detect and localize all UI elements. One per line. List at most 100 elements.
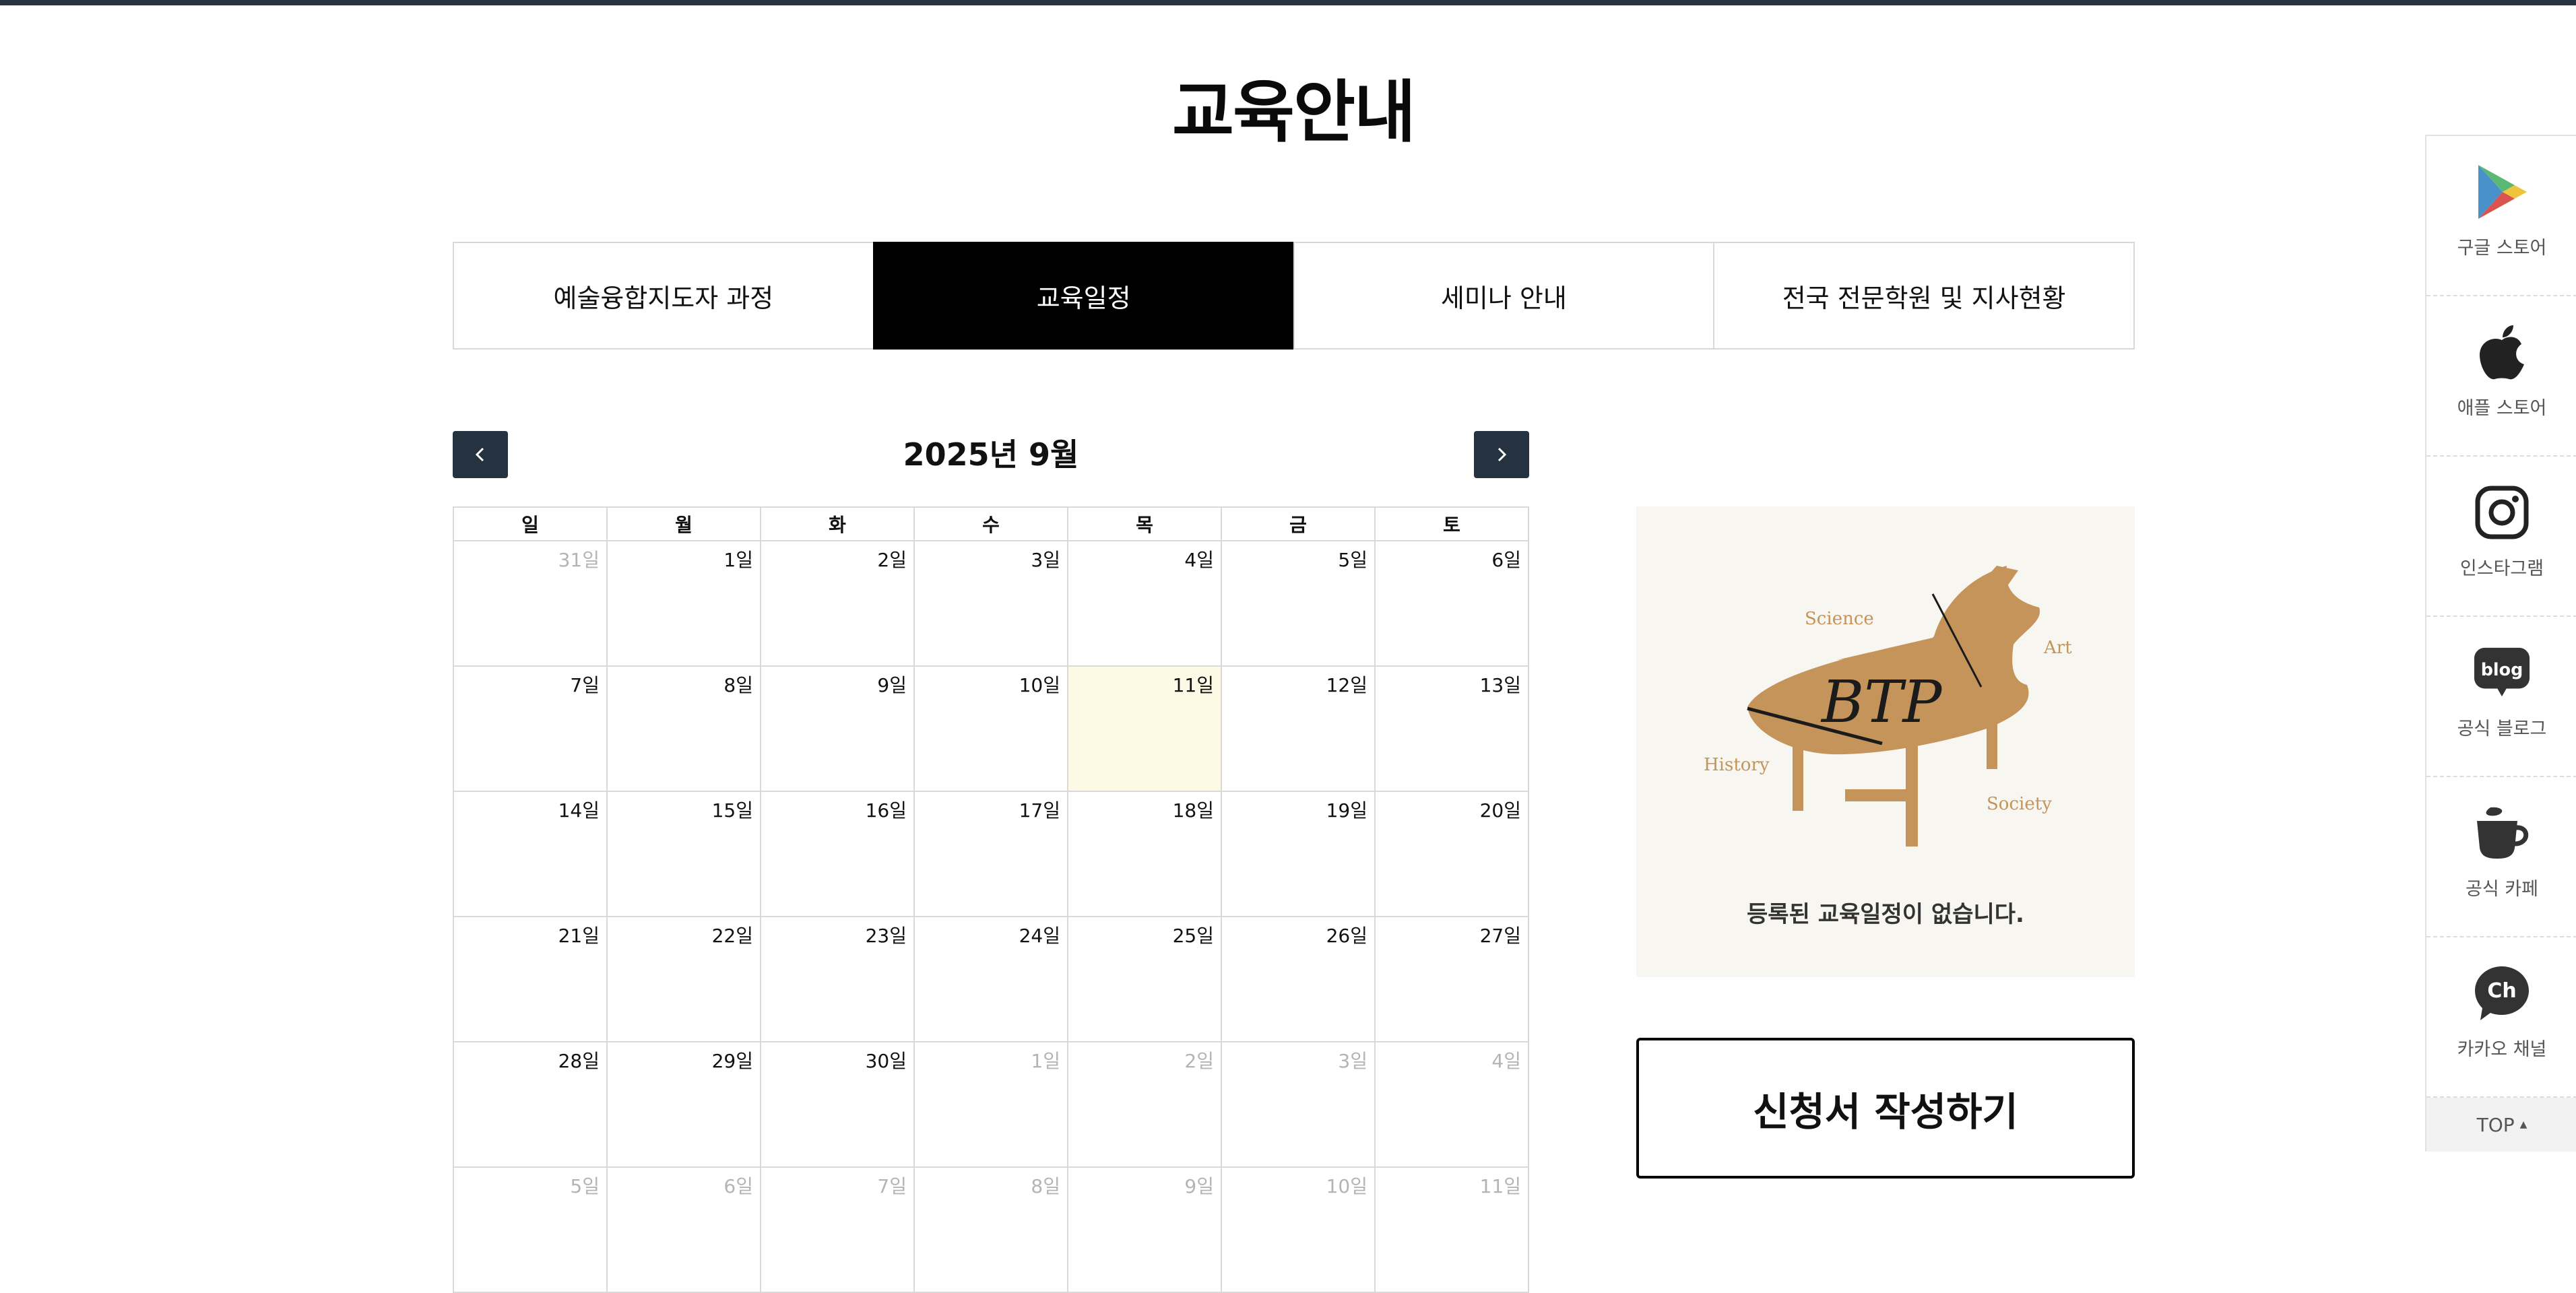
logo-word-science: Science xyxy=(1805,609,1874,629)
btp-piano-logo: Science Art History Society BTP xyxy=(1704,566,2072,847)
calendar-day[interactable]: 6일 xyxy=(1374,540,1529,667)
calendar-day[interactable]: 14일 xyxy=(453,791,608,917)
quick-label: 공식 카페 xyxy=(2466,879,2538,900)
apply-form-button[interactable]: 신청서 작성하기 xyxy=(1636,1038,2135,1179)
calendar-grid: 일월화수목금토 31일 1일 2일 3일 4일 5일 6일 7일 8일 9일 10일 11일 12일 13… xyxy=(453,506,1529,1293)
calendar-day[interactable]: 31일 xyxy=(453,540,608,667)
weekday-header: 화 xyxy=(760,506,915,541)
calendar-day[interactable]: 15일 xyxy=(606,791,761,917)
quick-cafe[interactable]: 공식 카페 xyxy=(2426,777,2576,937)
calendar-day[interactable]: 27일 xyxy=(1374,916,1529,1042)
quick-label: 애플 스토어 xyxy=(2457,398,2547,419)
scroll-top-button[interactable]: TOP ▲ xyxy=(2426,1098,2576,1152)
calendar-day[interactable]: 16일 xyxy=(760,791,915,917)
calendar-day[interactable]: 26일 xyxy=(1221,916,1376,1042)
next-month-button[interactable] xyxy=(1474,431,1529,478)
tab-seminar[interactable]: 세미나 안내 xyxy=(1293,242,1715,350)
calendar-day[interactable]: 3일 xyxy=(1221,1041,1376,1168)
quick-google-store[interactable]: 구글 스토어 xyxy=(2426,136,2576,296)
calendar-day[interactable]: 20일 xyxy=(1374,791,1529,917)
tab-education-schedule[interactable]: 교육일정 xyxy=(872,242,1295,350)
calendar-day[interactable]: 1일 xyxy=(606,540,761,667)
cafe-cup-icon xyxy=(2473,804,2531,862)
calendar-day[interactable]: 23일 xyxy=(760,916,915,1042)
caret-up-icon: ▲ xyxy=(2519,1119,2527,1130)
calendar-day[interactable]: 29일 xyxy=(606,1041,761,1168)
calendar-day[interactable]: 22일 xyxy=(606,916,761,1042)
calendar-day[interactable]: 12일 xyxy=(1221,665,1376,792)
kakao-channel-icon: Ch xyxy=(2473,964,2531,1022)
calendar-day[interactable]: 18일 xyxy=(1067,791,1222,917)
quick-label: 공식 블로그 xyxy=(2457,719,2547,739)
calendar-week-row: 21일 22일 23일 24일 25일 26일 27일 xyxy=(453,916,1529,1042)
calendar-week-row: 31일 1일 2일 3일 4일 5일 6일 xyxy=(453,540,1529,667)
chevron-right-icon xyxy=(1498,447,1507,462)
google-play-icon xyxy=(2473,163,2531,221)
calendar-week-row: 14일 15일 16일 17일 18일 19일 20일 xyxy=(453,791,1529,917)
calendar-day[interactable]: 28일 xyxy=(453,1041,608,1168)
calendar-day[interactable]: 13일 xyxy=(1374,665,1529,792)
calendar-week-row: 7일 8일 9일 10일 11일 12일 13일 xyxy=(453,665,1529,792)
calendar-month-title: 2025년 9월 xyxy=(903,436,1079,473)
calendar-day[interactable]: 7일 xyxy=(453,665,608,792)
weekday-header: 월 xyxy=(606,506,761,541)
calendar-day[interactable]: 8일 xyxy=(606,665,761,792)
blog-icon: blog xyxy=(2473,644,2531,702)
quick-instagram[interactable]: 인스타그램 xyxy=(2426,457,2576,617)
logo-word-btp: BTP xyxy=(1820,669,1943,736)
svg-text:Ch: Ch xyxy=(2487,979,2516,1003)
calendar-day[interactable]: 2일 xyxy=(1067,1041,1222,1168)
calendar-day[interactable]: 9일 xyxy=(1067,1166,1222,1293)
calendar-day[interactable]: 9일 xyxy=(760,665,915,792)
calendar-day[interactable]: 24일 xyxy=(913,916,1068,1042)
calendar-day[interactable]: 11일 xyxy=(1374,1166,1529,1293)
calendar-day[interactable]: 4일 xyxy=(1067,540,1222,667)
calendar-day[interactable]: 5일 xyxy=(453,1166,608,1293)
apple-icon xyxy=(2473,323,2531,381)
weekday-header: 일 xyxy=(453,506,608,541)
calendar-day[interactable]: 3일 xyxy=(913,540,1068,667)
scroll-top-label: TOP xyxy=(2476,1113,2515,1136)
calendar-day[interactable]: 1일 xyxy=(913,1041,1068,1168)
tab-bar: 예술융합지도자 과정 교육일정 세미나 안내 전국 전문학원 및 지사현황 xyxy=(453,242,2135,350)
calendar-day[interactable]: 10일 xyxy=(1221,1166,1376,1293)
empty-schedule-message: 등록된 교육일정이 없습니다. xyxy=(1747,901,2024,928)
calendar-week-row: 5일 6일 7일 8일 9일 10일 11일 xyxy=(453,1166,1529,1293)
calendar-day[interactable]: 8일 xyxy=(913,1166,1068,1293)
calendar-day[interactable]: 6일 xyxy=(606,1166,761,1293)
weekday-header: 수 xyxy=(913,506,1068,541)
weekday-header: 금 xyxy=(1221,506,1376,541)
calendar-day[interactable]: 30일 xyxy=(760,1041,915,1168)
calendar-day[interactable]: 25일 xyxy=(1067,916,1222,1042)
quick-apple-store[interactable]: 애플 스토어 xyxy=(2426,296,2576,457)
tab-academies-branches[interactable]: 전국 전문학원 및 지사현황 xyxy=(1713,242,2135,350)
page-title: 교육안내 xyxy=(1172,73,1416,152)
top-border xyxy=(0,0,2576,5)
logo-word-society: Society xyxy=(1987,794,2052,814)
tab-art-leader-course[interactable]: 예술융합지도자 과정 xyxy=(453,242,874,350)
calendar-day[interactable]: 5일 xyxy=(1221,540,1376,667)
quick-label: 인스타그램 xyxy=(2459,558,2544,579)
svg-text:blog: blog xyxy=(2481,659,2523,679)
calendar-day[interactable]: 19일 xyxy=(1221,791,1376,917)
calendar-day[interactable]: 4일 xyxy=(1374,1041,1529,1168)
calendar-day[interactable]: 10일 xyxy=(913,665,1068,792)
calendar-header: 2025년 9월 xyxy=(453,431,1529,478)
logo-word-art: Art xyxy=(2043,638,2072,658)
calendar-day[interactable]: 2일 xyxy=(760,540,915,667)
weekday-row: 일월화수목금토 xyxy=(453,506,1529,541)
calendar-day[interactable]: 7일 xyxy=(760,1166,915,1293)
instagram-icon xyxy=(2473,484,2531,541)
quick-blog[interactable]: blog 공식 블로그 xyxy=(2426,617,2576,777)
quick-menu: 구글 스토어 애플 스토어 인스타그램 blog 공식 블로그 공식 카페 Ch… xyxy=(2425,135,2576,1152)
calendar-day[interactable]: 17일 xyxy=(913,791,1068,917)
calendar-day-today[interactable]: 11일 xyxy=(1067,665,1222,792)
weekday-header: 토 xyxy=(1374,506,1529,541)
quick-label: 카카오 채널 xyxy=(2457,1039,2547,1060)
calendar-day[interactable]: 21일 xyxy=(453,916,608,1042)
quick-label: 구글 스토어 xyxy=(2457,238,2547,259)
quick-kakao-channel[interactable]: Ch 카카오 채널 xyxy=(2426,937,2576,1098)
weekday-header: 목 xyxy=(1067,506,1222,541)
calendar-week-row: 28일 29일 30일 1일 2일 3일 4일 xyxy=(453,1041,1529,1168)
logo-word-history: History xyxy=(1704,755,1770,775)
